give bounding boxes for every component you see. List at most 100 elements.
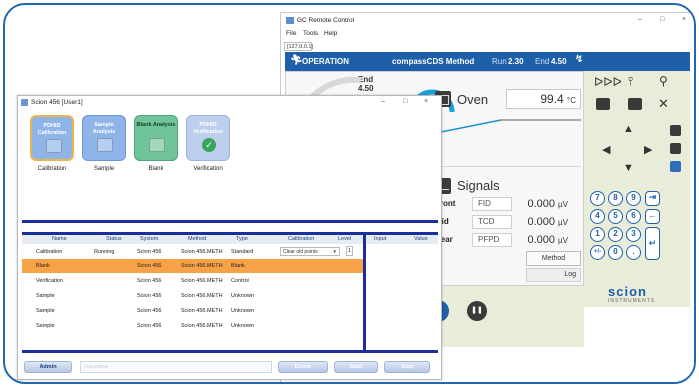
start-button[interactable]: Start: [334, 361, 378, 373]
key-plus-minus[interactable]: +/-: [590, 245, 605, 260]
cell-name: Calibration: [36, 249, 63, 255]
close-icon[interactable]: ×: [424, 98, 428, 105]
cell-method: Scion 456.METH: [181, 263, 223, 269]
key-9[interactable]: 9: [626, 191, 641, 206]
vials-icon[interactable]: ᐅᐅᐅ: [594, 75, 622, 89]
scion-footer: Admin Inquisitive Delete Start Stop: [22, 358, 438, 377]
key-2[interactable]: 2: [608, 227, 623, 242]
method-name: compassCDS Method: [392, 57, 475, 66]
key-6[interactable]: 6: [626, 209, 641, 224]
inquisitive-input[interactable]: Inquisitive: [80, 361, 272, 373]
cell-system: Scion 456: [137, 278, 162, 284]
admin-button[interactable]: Admin: [24, 361, 72, 373]
col-input[interactable]: Input: [374, 236, 386, 242]
scion-logo: scion INSTRUMENTS: [606, 284, 686, 305]
method-button[interactable]: Method: [526, 251, 581, 266]
col-status[interactable]: Status: [106, 236, 122, 242]
scion-456-window: Scion 456 [User1] – □ × PDHID Calibratio…: [17, 95, 442, 380]
input-value-header: Input Value: [366, 235, 438, 244]
page-icon-2[interactable]: [670, 143, 681, 154]
cell-type: Unknown: [231, 308, 254, 314]
oven-small-icon[interactable]: [628, 98, 642, 110]
table-row-selected[interactable]: Blank Scion 456 Scion 456.METH Blank: [22, 259, 363, 273]
key-5[interactable]: 5: [608, 209, 623, 224]
gc-window-title: GC Remote Control: [297, 17, 355, 24]
log-button[interactable]: Log: [526, 268, 581, 282]
minimize-icon[interactable]: –: [638, 16, 642, 23]
cell-name: Blank: [36, 263, 50, 269]
page-icon-1[interactable]: [670, 125, 681, 136]
tools-icon[interactable]: ✕: [658, 96, 669, 112]
checkmark-icon: ✓: [202, 138, 216, 152]
signal-mid-number: 0.000: [527, 216, 555, 228]
key-0[interactable]: 0: [608, 245, 623, 260]
signal-front-value: 0.000 µV: [488, 197, 568, 211]
cell-method: Scion 456.METH: [181, 278, 223, 284]
end-label: End: [535, 57, 550, 66]
signal-front-number: 0.000: [527, 198, 555, 210]
calibration-dropdown[interactable]: Clear old points ▾: [280, 247, 340, 256]
signal-rear-value: 0.000 µV: [488, 233, 568, 247]
oven-temp-value: 99.4: [540, 92, 564, 106]
col-level[interactable]: Level: [338, 236, 351, 242]
tile-pdhid-calibration[interactable]: PDHID Calibration: [30, 115, 74, 161]
minimize-icon[interactable]: –: [381, 98, 385, 105]
scion-window-title: Scion 456 [User1]: [31, 99, 83, 106]
stop-button[interactable]: Stop: [384, 361, 430, 373]
key-1[interactable]: 1: [590, 227, 605, 242]
table-row[interactable]: Sample Scion 456 Scion 456.METH Unknown: [22, 304, 363, 318]
arrow-right-icon[interactable]: ▶: [644, 143, 652, 156]
arrow-up-icon[interactable]: ▲: [623, 123, 634, 135]
cell-method: Scion 456.METH: [181, 323, 223, 329]
key-dot[interactable]: .: [626, 245, 641, 260]
menu-help[interactable]: Help: [324, 30, 337, 37]
col-type[interactable]: Type: [236, 236, 248, 242]
menu-tools[interactable]: Tools: [303, 30, 318, 37]
maximize-icon[interactable]: □: [660, 16, 664, 23]
tile-pdhid-verification[interactable]: PDHID Verification ✓: [186, 115, 230, 161]
tile-sample-analysis[interactable]: Sample Analysis: [82, 115, 126, 161]
col-method[interactable]: Method: [188, 236, 206, 242]
backspace-key-icon[interactable]: ←: [645, 209, 660, 224]
delete-button[interactable]: Delete: [278, 361, 328, 373]
logo-brand: scion: [608, 284, 647, 299]
col-value[interactable]: Value: [414, 236, 428, 242]
close-icon[interactable]: ×: [682, 16, 686, 23]
table-row[interactable]: Sample Scion 456 Scion 456.METH Unknown: [22, 319, 363, 333]
maximize-icon[interactable]: □: [403, 98, 407, 105]
enter-key-icon[interactable]: ↵: [645, 227, 660, 260]
arrow-left-icon[interactable]: ◀: [602, 143, 610, 156]
tile-title: Sample Analysis: [92, 122, 116, 135]
tile-blank-analysis[interactable]: Blank Analysis: [134, 115, 178, 161]
key-7[interactable]: 7: [590, 191, 605, 206]
cell-type: Unknown: [231, 323, 254, 329]
col-system[interactable]: System: [140, 236, 158, 242]
logo-sub: INSTRUMENTS: [608, 298, 656, 304]
run-label: Run: [492, 57, 507, 66]
col-name[interactable]: Name: [52, 236, 67, 242]
level-field[interactable]: 1: [346, 246, 353, 256]
detector-icon[interactable]: ⚲: [659, 74, 668, 88]
page-icon-3[interactable]: [670, 161, 681, 172]
key-3[interactable]: 3: [626, 227, 641, 242]
key-8[interactable]: 8: [608, 191, 623, 206]
table-row[interactable]: Sample Scion 456 Scion 456.METH Unknown: [22, 289, 363, 303]
calibration-value: Clear old points: [283, 249, 318, 255]
col-calibration[interactable]: Calibration: [288, 236, 314, 242]
tab-key-icon[interactable]: ⇥: [645, 191, 660, 206]
gc-address-tab[interactable]: [127.0.0.1]: [284, 42, 313, 51]
injector-icon[interactable]: ⫯: [628, 74, 633, 89]
table-row[interactable]: Calibration Running Scion 456 Scion 456.…: [22, 245, 363, 259]
menu-file[interactable]: File: [286, 30, 296, 37]
key-4[interactable]: 4: [590, 209, 605, 224]
cell-type: Blank: [231, 263, 245, 269]
tile-caption: Verification: [193, 166, 223, 172]
tile-title: PDHID Verification: [193, 122, 223, 135]
arrow-down-icon[interactable]: ▼: [623, 162, 634, 174]
table-row[interactable]: Verification Scion 456 Scion 456.METH Co…: [22, 274, 363, 288]
pause-button[interactable]: ❚❚: [467, 301, 487, 321]
panel-divider[interactable]: [363, 235, 366, 353]
signal-rear-number: 0.000: [527, 234, 555, 246]
cell-method: Scion 456.METH: [181, 293, 223, 299]
display-icon[interactable]: [596, 98, 610, 110]
